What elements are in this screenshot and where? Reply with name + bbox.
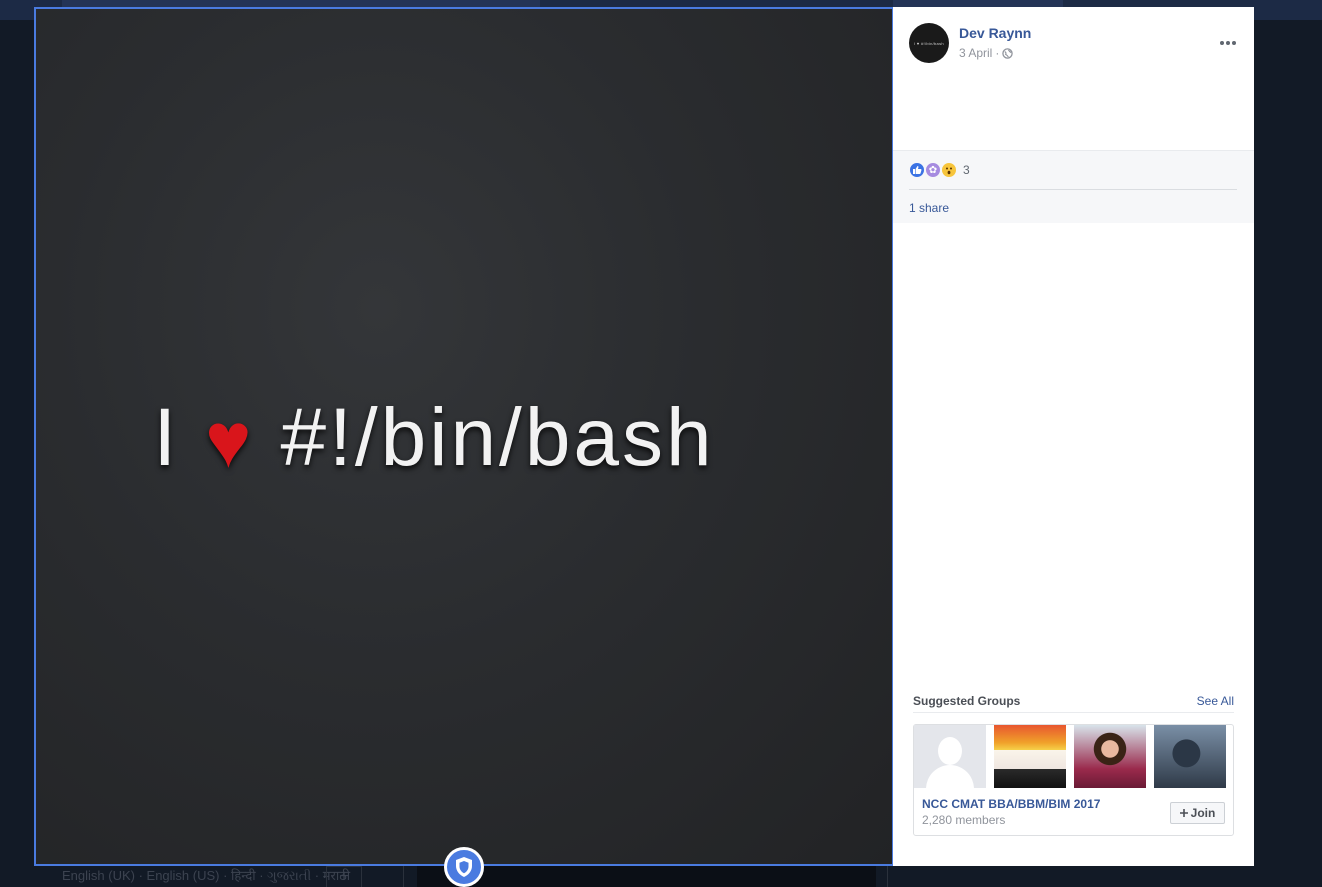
group-member-thumbnails <box>914 725 1226 788</box>
post-meta: 3 April · <box>959 46 1014 60</box>
avatar[interactable]: I ♥ #!/bin/bash <box>909 23 949 63</box>
background-divider <box>887 866 888 887</box>
photo-text-bash: #!/bin/bash <box>280 392 715 483</box>
group-name[interactable]: NCC CMAT BBA/BBM/BIM 2017 <box>922 797 1100 811</box>
like-icon <box>909 162 925 178</box>
heart-icon: ♥ <box>205 396 255 484</box>
reaction-summary[interactable]: ✿ 3 <box>909 162 970 178</box>
member-photo[interactable] <box>994 725 1066 788</box>
join-label: Join <box>1190 806 1216 820</box>
more-options-button[interactable] <box>1217 35 1239 51</box>
globe-icon[interactable] <box>1002 47 1014 59</box>
more-icon <box>1226 41 1230 45</box>
shield-button[interactable] <box>444 847 484 887</box>
author-name[interactable]: Dev Raynn <box>959 25 1031 41</box>
member-photo-placeholder[interactable] <box>914 725 986 788</box>
group-member-count: 2,280 members <box>922 813 1006 827</box>
more-icon <box>1220 41 1224 45</box>
divider <box>909 189 1237 190</box>
reactions-area: ✿ 3 1 share <box>893 150 1254 223</box>
meta-separator: · <box>995 46 1000 60</box>
wow-icon <box>941 162 957 178</box>
post-header: I ♥ #!/bin/bash Dev Raynn 3 April · <box>893 7 1254 150</box>
see-all-link[interactable]: See All <box>1197 694 1234 708</box>
join-group-button[interactable]: Join <box>1170 802 1225 824</box>
plus-icon <box>1179 809 1188 817</box>
member-photo[interactable] <box>1154 725 1226 788</box>
more-icon <box>1232 41 1236 45</box>
background-dark-area <box>417 866 876 887</box>
photo-image-text: I ♥ #!/bin/bash <box>36 391 892 485</box>
reaction-count[interactable]: 3 <box>963 163 970 177</box>
post-side-panel: I ♥ #!/bin/bash Dev Raynn 3 April · ✿ 3 … <box>893 7 1254 866</box>
background-footer: English (UK) · English (US) · हिन्दी · ગ… <box>0 866 1322 887</box>
member-photo[interactable] <box>1074 725 1146 788</box>
shares-link[interactable]: 1 share <box>909 201 949 215</box>
background-language-links: English (UK) · English (US) · हिन्दी · ગ… <box>62 868 351 883</box>
background-add-language-button: + <box>326 866 362 887</box>
photo-stage[interactable]: I ♥ #!/bin/bash <box>34 7 894 866</box>
flower-icon: ✿ <box>925 162 941 178</box>
suggested-groups-title: Suggested Groups <box>913 693 1021 708</box>
group-card[interactable]: NCC CMAT BBA/BBM/BIM 2017 2,280 members … <box>913 724 1234 836</box>
suggested-groups: Suggested Groups See All NCC CMAT BBA/BB… <box>913 693 1234 836</box>
photo-text-i: I <box>153 392 180 483</box>
post-date[interactable]: 3 April <box>959 46 992 60</box>
suggested-groups-header: Suggested Groups See All <box>913 693 1234 713</box>
background-divider <box>403 866 404 887</box>
shield-icon <box>456 857 472 877</box>
